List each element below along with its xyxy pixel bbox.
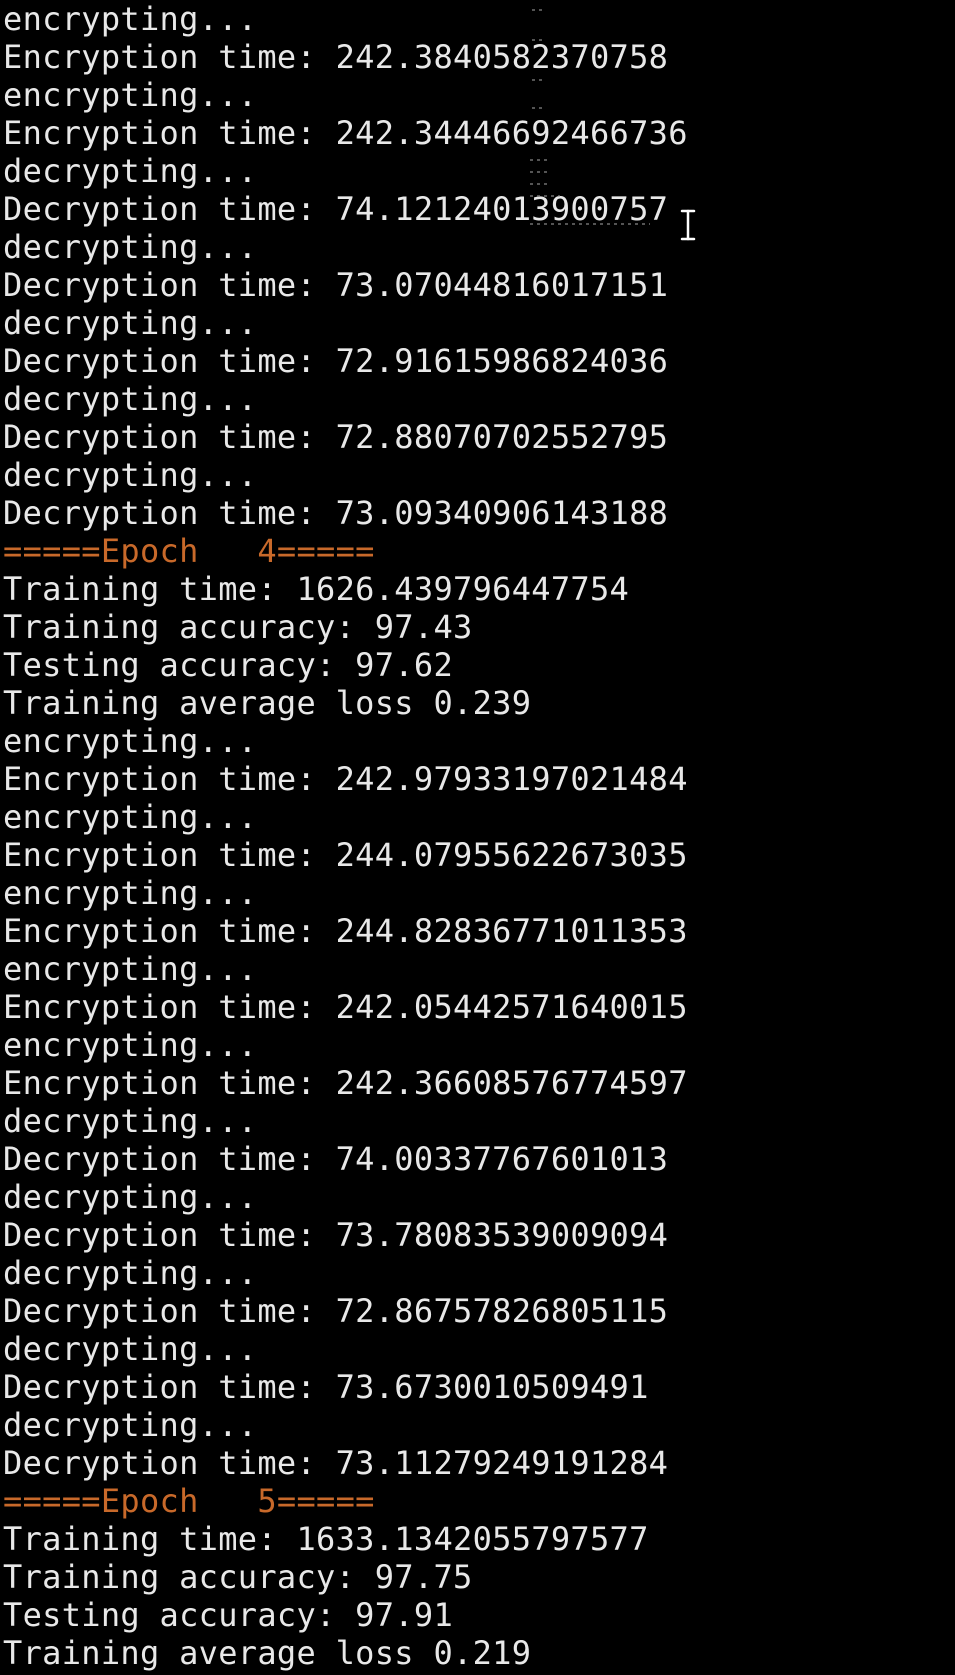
terminal-line: Training average loss 0.219 — [3, 1634, 532, 1672]
epoch-header: =====Epoch 5===== — [3, 1482, 375, 1520]
epoch-header: =====Epoch 4===== — [3, 532, 375, 570]
terminal-line: encrypting... — [3, 76, 258, 114]
terminal-line: encrypting... — [3, 950, 258, 988]
terminal-line: Training accuracy: 97.75 — [3, 1558, 473, 1596]
terminal-line: Testing accuracy: 97.91 — [3, 1596, 454, 1634]
terminal-line: encrypting... — [3, 874, 258, 912]
terminal-line: Decryption time: 74.12124013900757 — [3, 190, 669, 228]
terminal-line: Training accuracy: 97.43 — [3, 608, 473, 646]
terminal-line: Training time: 1626.439796447754 — [3, 570, 630, 608]
terminal-line: decrypting... — [3, 1102, 258, 1140]
terminal-line: decrypting... — [3, 1330, 258, 1368]
terminal-line: Encryption time: 242.3840582370758 — [3, 38, 669, 76]
terminal-line: Encryption time: 242.36608576774597 — [3, 1064, 688, 1102]
terminal-line: decrypting... — [3, 1178, 258, 1216]
terminal-line: Encryption time: 242.34446692466736 — [3, 114, 688, 152]
terminal-line: decrypting... — [3, 1406, 258, 1444]
terminal-line: decrypting... — [3, 456, 258, 494]
terminal-line: decrypting... — [3, 1254, 258, 1292]
terminal-line: Encryption time: 242.97933197021484 — [3, 760, 688, 798]
terminal-output[interactable]: encrypting... Encryption time: 242.38405… — [0, 0, 955, 1675]
terminal-line: Decryption time: 73.11279249191284 — [3, 1444, 669, 1482]
terminal-line: Training average loss 0.239 — [3, 684, 532, 722]
terminal-line: encrypting... — [3, 722, 258, 760]
terminal-line: Decryption time: 73.07044816017151 — [3, 266, 669, 304]
terminal-line: Encryption time: 242.05442571640015 — [3, 988, 688, 1026]
terminal-line: decrypting... — [3, 304, 258, 342]
terminal-line: encrypting... — [3, 798, 258, 836]
terminal-line: encrypting... — [3, 1026, 258, 1064]
terminal-line: decrypting... — [3, 152, 258, 190]
terminal-line: decrypting... — [3, 228, 258, 266]
terminal-line: Decryption time: 72.86757826805115 — [3, 1292, 669, 1330]
terminal-line: Decryption time: 73.09340906143188 — [3, 494, 669, 532]
terminal-line: Decryption time: 74.00337767601013 — [3, 1140, 669, 1178]
terminal-line: decrypting... — [3, 380, 258, 418]
terminal-line: Decryption time: 72.91615986824036 — [3, 342, 669, 380]
terminal-line: Encryption time: 244.82836771011353 — [3, 912, 688, 950]
terminal-line: Decryption time: 72.88070702552795 — [3, 418, 669, 456]
terminal-line: Encryption time: 244.07955622673035 — [3, 836, 688, 874]
terminal-line: Decryption time: 73.78083539009094 — [3, 1216, 669, 1254]
terminal-line: Training time: 1633.1342055797577 — [3, 1520, 649, 1558]
terminal-line: Decryption time: 73.6730010509491 — [3, 1368, 649, 1406]
terminal-line: Testing accuracy: 97.62 — [3, 646, 454, 684]
text-cursor-icon — [679, 208, 697, 242]
terminal-line: encrypting... — [3, 0, 258, 38]
